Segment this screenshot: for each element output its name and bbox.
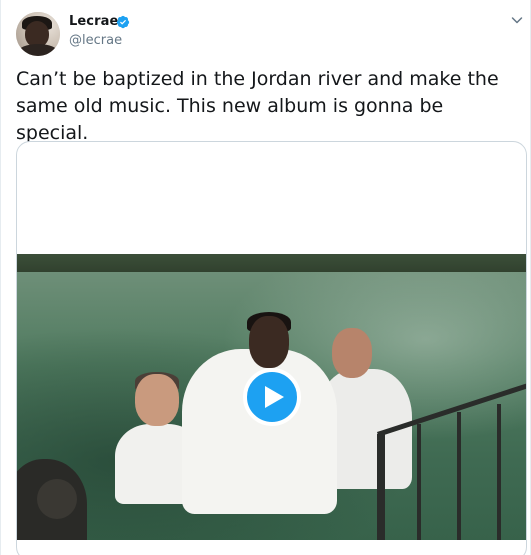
play-button[interactable] xyxy=(243,368,301,426)
verified-badge-icon xyxy=(116,15,130,29)
media-card[interactable] xyxy=(16,141,527,555)
avatar[interactable] xyxy=(16,12,60,56)
tweet-card: Lecrae @lecrae Can’t be baptized in the … xyxy=(0,0,531,555)
chevron-down-icon[interactable] xyxy=(511,14,523,26)
tweet-text: Can’t be baptized in the Jordan river an… xyxy=(16,68,499,144)
play-icon xyxy=(265,386,284,408)
user-handle[interactable]: @lecrae xyxy=(69,33,122,48)
user-display-name[interactable]: Lecrae xyxy=(69,14,118,29)
video-thumbnail[interactable] xyxy=(17,254,526,540)
